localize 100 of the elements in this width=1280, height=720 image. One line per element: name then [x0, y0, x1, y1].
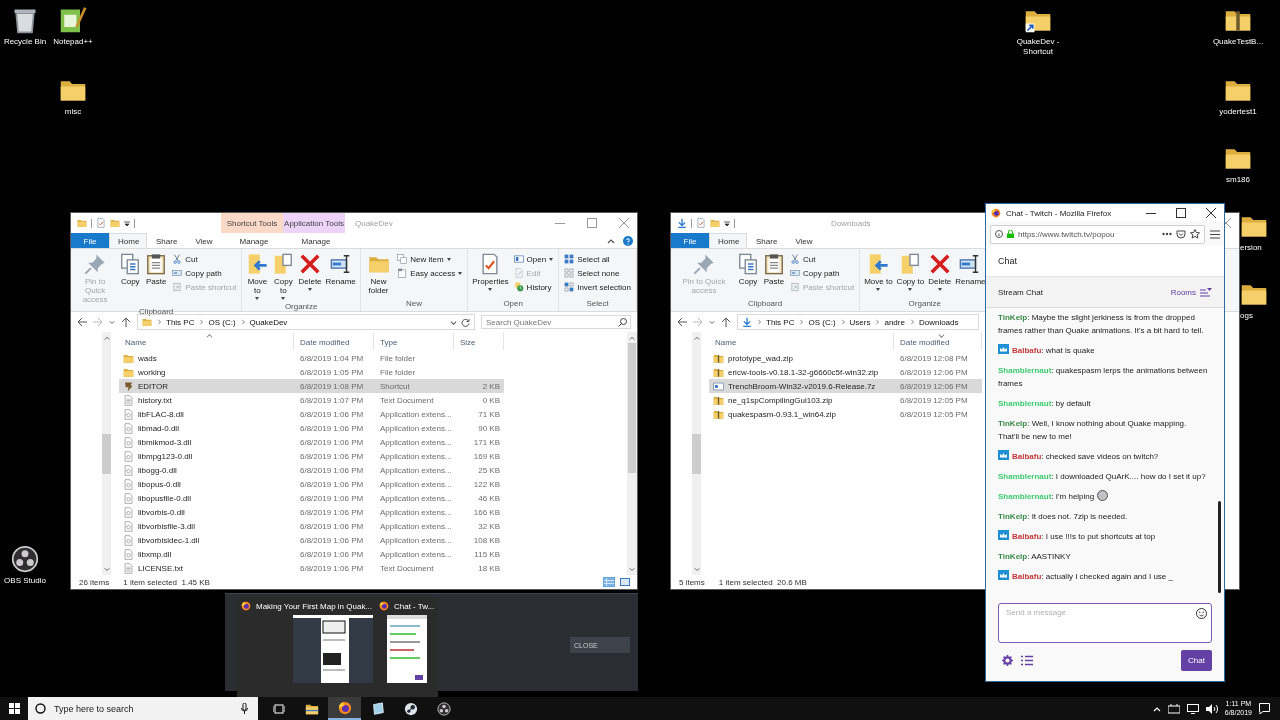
ribbon-tab[interactable]: Share	[147, 233, 185, 248]
ribbon-button[interactable]: Copy path	[788, 267, 857, 279]
breadcrumb[interactable]: This PC	[166, 317, 195, 327]
ribbon-button[interactable]: Copy	[736, 251, 760, 299]
breadcrumb[interactable]: This PC	[766, 317, 795, 327]
ribbon-tab[interactable]: Share	[747, 233, 785, 248]
ribbon-tab[interactable]: View	[185, 233, 223, 248]
ribbon-tab[interactable]: File	[671, 233, 709, 248]
ribbon-button[interactable]: New item	[395, 253, 465, 265]
ribbon-button[interactable]: Properties	[471, 251, 510, 299]
breadcrumb[interactable]: andre	[884, 317, 905, 327]
file-row[interactable]: LICENSE.txt 6/8/2019 1:06 PM Text Document 18 KB	[119, 561, 504, 575]
rooms-button[interactable]: Rooms	[1170, 287, 1212, 297]
ribbon-button[interactable]: Copy to	[271, 251, 296, 303]
scrollbar-thumb[interactable]	[1218, 501, 1221, 593]
column-header[interactable]: Date modified	[894, 332, 982, 350]
address-bar[interactable]: This PC OS (C:) QuakeDev	[137, 314, 475, 330]
ribbon-tab[interactable]: Home	[109, 233, 147, 248]
ribbon-button[interactable]: Select none	[562, 267, 633, 279]
up-icon[interactable]	[121, 317, 131, 327]
ribbon-button[interactable]: Delete	[297, 251, 323, 303]
ribbon-button[interactable]: Paste	[762, 251, 786, 299]
file-row[interactable]: TrenchBroom-Win32-v2019.6-Release.7z 6/8/2019 12:06 PM	[709, 379, 982, 393]
scrollbar-thumb[interactable]	[628, 343, 636, 473]
file-row[interactable]: libmpg123-0.dll 6/8/2019 1:06 PM Application extens... 169 KB	[119, 449, 504, 463]
url-field[interactable]: https://www.twitch.tv/popou	[990, 224, 1205, 244]
ribbon-button[interactable]: Rename	[324, 251, 357, 303]
desktop-icon-label[interactable]: Notepad++	[53, 37, 93, 47]
pocket-icon[interactable]	[1176, 229, 1186, 239]
back-icon[interactable]	[677, 317, 687, 327]
column-header[interactable]: Type	[374, 332, 454, 350]
taskbar-search-field[interactable]: Type here to search	[28, 697, 258, 720]
ribbon-button[interactable]: Cut	[170, 253, 239, 265]
ribbon-button[interactable]: Copy path	[170, 267, 239, 279]
large-icons-view-button[interactable]	[619, 577, 631, 587]
settings-icon[interactable]	[1002, 654, 1013, 666]
file-row[interactable]: EDITOR 6/8/2019 1:08 PM Shortcut 2 KB	[119, 379, 504, 393]
ribbon-button[interactable]: Select all	[562, 253, 633, 265]
file-row[interactable]: ericw-tools-v0.18.1-32-g6660c5f-win32.zip 6/8/2019 12:06 PM	[709, 365, 982, 379]
menu-icon[interactable]	[1210, 229, 1220, 239]
ribbon-tab[interactable]: File	[71, 233, 109, 248]
ribbon-tab[interactable]: Home	[709, 233, 747, 248]
column-header[interactable]: Date modified	[294, 332, 374, 350]
breadcrumb[interactable]: Users	[849, 317, 871, 327]
file-row[interactable]: libxmp.dll 6/8/2019 1:06 PM Application extens... 115 KB	[119, 547, 504, 561]
file-row[interactable]: working 6/8/2019 1:05 PM File folder	[119, 365, 504, 379]
scrollbar-thumb[interactable]	[692, 433, 701, 474]
file-row[interactable]: libmikmod-3.dll 6/8/2019 1:06 PM Application extens... 171 KB	[119, 435, 504, 449]
desktop-icon-label[interactable]: OBS Studio	[4, 576, 46, 586]
window-thumbnail[interactable]: Chat - Tw...	[379, 597, 435, 697]
ribbon-button[interactable]: Move to	[863, 251, 894, 299]
ribbon-tab[interactable]: Manage	[223, 233, 285, 248]
ribbon-button[interactable]: History	[511, 281, 556, 293]
file-row[interactable]: ne_q1spCompilingGui103.zip 6/8/2019 12:05 PM	[709, 393, 982, 407]
file-row[interactable]: libmad-0.dll 6/8/2019 1:06 PM Application extens... 90 KB	[119, 421, 504, 435]
ribbon-button[interactable]: Cut	[788, 253, 857, 265]
refresh-icon[interactable]	[461, 317, 470, 327]
column-header[interactable]: Size	[454, 332, 504, 350]
maximize-icon[interactable]	[1176, 208, 1186, 218]
desktop-icon-label[interactable]: yodertest1	[1219, 107, 1257, 117]
ribbon-button[interactable]: Open	[511, 253, 556, 265]
file-row[interactable]: history.txt 6/8/2019 1:07 PM Text Document 0 KB	[119, 393, 504, 407]
ribbon-button[interactable]: New folder	[363, 251, 394, 299]
scrollbar[interactable]	[102, 332, 111, 575]
file-row[interactable]: libopus-0.dll 6/8/2019 1:06 PM Application extens... 122 KB	[119, 477, 504, 491]
microphone-icon[interactable]	[241, 703, 248, 714]
up-icon[interactable]	[721, 317, 731, 327]
ribbon-tab[interactable]: Manage	[285, 233, 347, 248]
search-field[interactable]: Search QuakeDev	[481, 315, 631, 329]
file-row[interactable]: quakespasm-0.93.1_win64.zip 6/8/2019 12:05 PM	[709, 407, 982, 421]
desktop-icon-label[interactable]: misc	[64, 107, 82, 117]
scrollbar[interactable]	[692, 332, 701, 575]
address-bar[interactable]: This PC OS (C:) Users andre Downloads	[737, 314, 979, 330]
ribbon-tab[interactable]: View	[785, 233, 823, 248]
ribbon-button[interactable]: Paste	[144, 251, 169, 307]
bookmark-star-icon[interactable]	[1190, 229, 1200, 239]
file-row[interactable]: libvorbis-0.dll 6/8/2019 1:06 PM Application extens... 166 KB	[119, 505, 504, 519]
scrollbar-thumb[interactable]	[102, 433, 111, 474]
ribbon-button[interactable]: Invert selection	[562, 281, 633, 293]
ribbon-button[interactable]: Copy to	[895, 251, 926, 299]
file-row[interactable]: prototype_wad.zip 6/8/2019 12:08 PM	[709, 351, 982, 365]
desktop-icon-label[interactable]: QuakeTestB...	[1212, 37, 1264, 47]
more-icon[interactable]	[1162, 232, 1172, 236]
ribbon-button[interactable]: Move to	[245, 251, 270, 303]
network-icon[interactable]	[1167, 703, 1180, 714]
breadcrumb[interactable]: QuakeDev	[249, 317, 288, 327]
breadcrumb[interactable]: Downloads	[918, 317, 959, 327]
list-icon[interactable]	[1021, 654, 1033, 666]
help-icon[interactable]	[623, 235, 633, 246]
ribbon-button[interactable]: Easy access	[395, 267, 465, 279]
column-header[interactable]: Name	[119, 332, 294, 350]
desktop-icon-label[interactable]: ogs	[1240, 311, 1253, 321]
desktop-icon-label[interactable]: Recycle Bin	[3, 37, 47, 47]
back-icon[interactable]	[77, 317, 87, 327]
desktop-icon-label[interactable]: QuakeDev - Shortcut	[1013, 37, 1063, 57]
column-header[interactable]: Name	[709, 332, 894, 350]
display-icon[interactable]	[1186, 703, 1199, 714]
close-icon[interactable]	[1206, 208, 1216, 218]
scrollbar[interactable]	[627, 332, 637, 575]
file-row[interactable]: libvorbisfile-3.dll 6/8/2019 1:06 PM Application extens... 32 KB	[119, 519, 504, 533]
